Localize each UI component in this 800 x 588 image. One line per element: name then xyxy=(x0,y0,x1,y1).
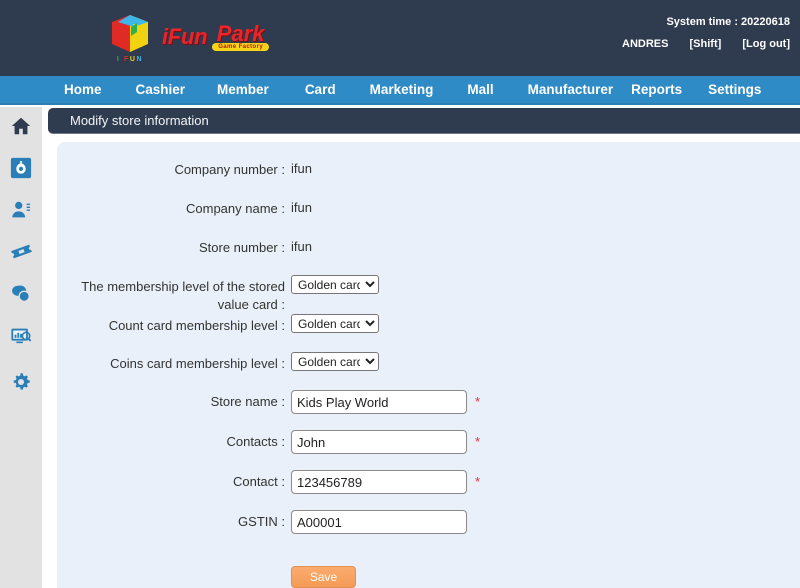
save-button[interactable]: Save xyxy=(291,566,356,588)
brand-park-text: Park xyxy=(216,21,265,46)
required-marker: * xyxy=(475,474,481,489)
page-title: Modify store information xyxy=(70,113,209,128)
sidebar-item-member[interactable] xyxy=(0,191,42,233)
coins-card-level-select[interactable]: Golden card xyxy=(291,352,379,371)
contacts-input[interactable] xyxy=(291,430,467,454)
field-row-contact: Contact : * xyxy=(57,470,800,510)
contact-label: Contact : xyxy=(232,474,285,489)
shift-button[interactable]: [Shift] xyxy=(690,38,722,50)
store-number-value: ifun xyxy=(291,239,312,254)
reports-monitor-chart-icon xyxy=(10,325,32,352)
count-card-level-label: Count card membership level : xyxy=(108,318,285,333)
top-header: I FUN iFun Park Game Factory System time… xyxy=(0,0,800,76)
field-row-store-number: Store number : ifun xyxy=(57,236,800,275)
chat-marketing-icon xyxy=(10,283,32,310)
store-information-form: Company number : ifun Company name : ifu… xyxy=(57,142,800,588)
coins-card-level-label: Coins card membership level : xyxy=(110,356,285,371)
brand-subtitle: Game Factory xyxy=(212,43,270,51)
nav-item-card[interactable]: Card xyxy=(303,82,338,97)
nav-item-member[interactable]: Member xyxy=(215,82,271,97)
nav-item-mall[interactable]: Mall xyxy=(465,82,495,97)
current-user-label: ANDRES xyxy=(622,38,669,50)
field-row-store-name: Store name : * xyxy=(57,390,800,430)
main-navigation: Home Cashier Member Card Marketing Mall Manufa… xyxy=(0,76,800,105)
brand-park-badge: Park Game Factory xyxy=(212,21,270,51)
ifun-cube-logo-icon: I FUN xyxy=(104,11,156,63)
sidebar-item-home[interactable] xyxy=(0,107,42,149)
svg-text:I FUN: I FUN xyxy=(117,56,143,63)
field-row-count-card-level: Count card membership level : Golden car… xyxy=(57,314,800,352)
sidebar-item-settings[interactable] xyxy=(0,363,42,405)
form-actions: Save xyxy=(57,566,800,588)
store-name-input[interactable] xyxy=(291,390,467,414)
nav-item-home[interactable]: Home xyxy=(62,82,104,97)
nav-item-cashier[interactable]: Cashier xyxy=(134,82,188,97)
nav-item-reports[interactable]: Reports xyxy=(629,82,684,97)
brand-ifun-text: iFun xyxy=(162,24,208,49)
required-marker: * xyxy=(475,434,481,449)
cashier-moneybag-icon xyxy=(10,157,32,184)
contact-input[interactable] xyxy=(291,470,467,494)
field-row-coins-card-level: Coins card membership level : Golden car… xyxy=(57,352,800,390)
sidebar-item-marketing[interactable] xyxy=(0,275,42,317)
home-icon xyxy=(10,115,32,142)
icon-sidebar xyxy=(0,107,42,588)
company-number-value: ifun xyxy=(291,161,312,176)
brand-wordmark: iFun Park Game Factory xyxy=(162,21,270,51)
field-row-company-name: Company name : ifun xyxy=(57,197,800,236)
required-marker: * xyxy=(475,394,481,409)
company-number-label: Company number : xyxy=(174,162,285,177)
page-title-bar: Modify store information xyxy=(48,108,800,134)
system-time: System time : 20220618 xyxy=(666,16,790,28)
field-row-gstin: GSTIN : xyxy=(57,510,800,550)
count-card-level-select[interactable]: Golden card xyxy=(291,314,379,333)
header-account-row: ANDRES [Shift] [Log out] xyxy=(604,38,790,50)
sidebar-item-reports[interactable] xyxy=(0,317,42,359)
gstin-input[interactable] xyxy=(291,510,467,534)
field-row-company-number: Company number : ifun xyxy=(57,158,800,197)
member-user-icon xyxy=(10,199,32,226)
nav-item-settings[interactable]: Settings xyxy=(706,82,763,97)
store-number-label: Store number : xyxy=(199,240,285,255)
nav-item-marketing[interactable]: Marketing xyxy=(368,82,436,97)
brand-logo[interactable]: I FUN iFun Park Game Factory xyxy=(104,8,270,66)
contacts-label: Contacts : xyxy=(226,434,285,449)
gear-settings-icon xyxy=(10,371,32,398)
sidebar-item-cashier[interactable] xyxy=(0,149,42,191)
nav-item-manufacturer[interactable]: Manufacturer xyxy=(526,82,616,97)
header-status-area: System time : 20220618 ANDRES [Shift] [L… xyxy=(604,16,790,50)
field-row-contacts: Contacts : * xyxy=(57,430,800,470)
company-name-value: ifun xyxy=(291,200,312,215)
sidebar-item-card[interactable] xyxy=(0,233,42,275)
stored-value-card-level-label: The membership level of the stored value… xyxy=(81,279,285,312)
gstin-label: GSTIN : xyxy=(238,514,285,529)
ticket-card-icon xyxy=(10,240,33,268)
app-window: I FUN iFun Park Game Factory System time… xyxy=(0,0,800,588)
store-name-label: Store name : xyxy=(210,394,285,409)
company-name-label: Company name : xyxy=(186,201,285,216)
logout-button[interactable]: [Log out] xyxy=(742,38,790,50)
stored-value-card-level-select[interactable]: Golden card xyxy=(291,275,379,294)
field-row-stored-value-level: The membership level of the stored value… xyxy=(57,275,800,314)
